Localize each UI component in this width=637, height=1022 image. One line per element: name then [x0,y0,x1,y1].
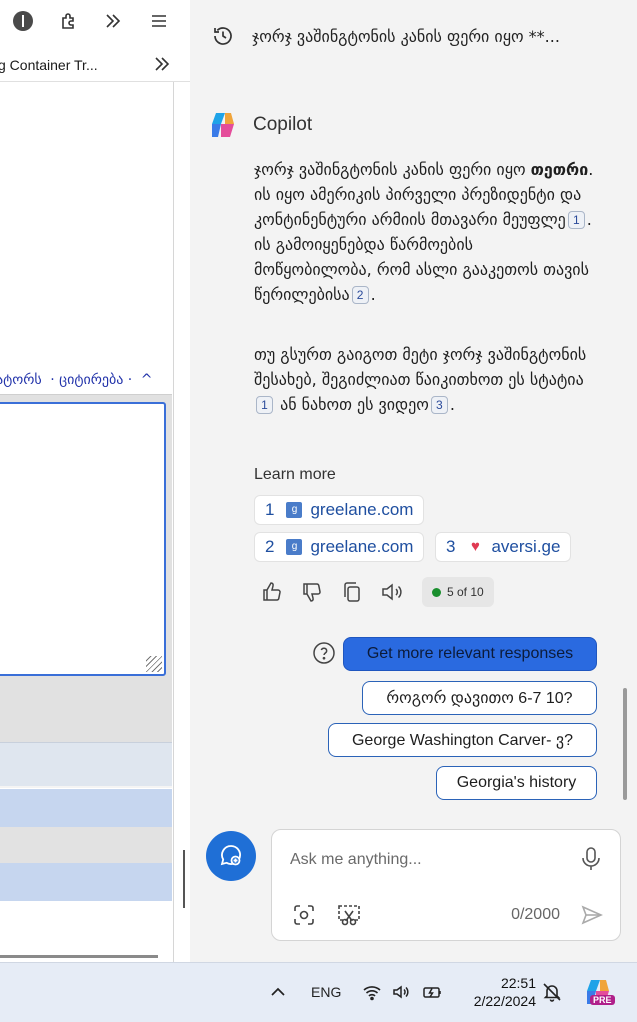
read-aloud-speaker-icon[interactable] [380,580,404,604]
preview-badge: PRE [590,995,615,1005]
source-link-2[interactable]: 2 g greelane.com [254,532,425,562]
greelane-favicon-icon: g [286,539,303,555]
thumbs-down-icon[interactable] [300,580,324,604]
page-row [0,742,172,786]
resize-grip-icon[interactable] [146,656,162,672]
response-text: თუ გსურთ გაიგოთ მეტი ჯორჯ ვაშინგტონის შე… [254,345,587,389]
assistant-name: Copilot [253,114,313,135]
wiki-edit-textarea[interactable] [0,402,166,676]
extensions-puzzle-icon[interactable] [56,8,82,34]
source-link-1[interactable]: 1 g greelane.com [254,495,425,525]
horizontal-scrollbar[interactable] [0,955,158,958]
citation-badge[interactable]: 1 [567,211,585,229]
aversi-heart-favicon-icon: ♥ [471,538,480,555]
web-page-content: ატორს · ციტირება · ^ [0,82,174,962]
copy-icon[interactable] [340,580,364,604]
visual-search-camera-icon[interactable] [292,903,316,927]
bookmarks-bar: g Container Tr... [0,50,190,82]
citation-badge[interactable]: 2 [351,286,369,304]
response-text: ან ნახოთ ეს ვიდეო [275,395,429,414]
panel-scrollbar[interactable] [623,688,627,800]
assistant-header: Copilot [208,110,312,140]
page-row [0,863,172,901]
response-bold-text: თეთრი [530,160,589,179]
volume-icon[interactable] [391,982,411,1002]
response-text: . [370,285,376,304]
response-actions: 5 of 10 [260,577,494,607]
clock-date: 2/22/2024 [473,993,536,1009]
extension-badge-icon[interactable] [10,8,36,34]
new-topic-button[interactable] [206,831,256,881]
status-dot [432,587,441,597]
help-question-icon[interactable] [312,641,336,665]
source-number: 2 [265,537,275,556]
source-label: greelane.com [310,537,414,556]
clock[interactable]: 22:51 2/22/2024 [460,974,536,1010]
browser-window: g Container Tr... ატორს · ციტირება · ^ [0,0,190,962]
send-arrow-icon[interactable] [580,903,604,927]
character-count: 0/2000 [511,906,560,923]
citation-badge[interactable]: 1 [256,396,273,414]
response-text: . [449,395,455,414]
input-language-indicator[interactable]: ENG [311,984,341,1000]
microphone-icon[interactable] [580,846,602,872]
battery-charging-icon[interactable] [422,982,444,1002]
history-icon[interactable] [212,25,234,47]
source-label: greelane.com [310,500,414,519]
conversation-title: ჯორჯ ვაშინგტონის კანის ფერი იყო **... [252,26,560,46]
suggestion-chip[interactable]: Georgia's history [436,766,597,800]
greelane-favicon-icon: g [286,502,303,518]
wiki-link-author[interactable]: ატორს [0,372,42,388]
bookmarks-overflow-icon[interactable] [152,54,172,79]
wiki-link-up[interactable]: ^ [141,372,153,388]
response-text: ჯორჯ ვაშინგტონის კანის ფერი იყო [254,160,531,179]
ask-input[interactable] [290,848,570,872]
bookmark-item[interactable]: g Container Tr... [0,57,98,73]
response-paragraph: ჯორჯ ვაშინგტონის კანის ფერი იყო თეთრი. ი… [254,157,594,307]
menu-hamburger-icon[interactable] [146,8,172,34]
response-counter: 5 of 10 [422,577,494,607]
source-number: 3 [446,537,456,556]
wifi-icon[interactable] [362,982,382,1002]
show-hidden-icons-chevron-icon[interactable] [268,982,288,1002]
source-label: aversi.ge [491,537,561,556]
response-counter-text: 5 of 10 [447,585,484,599]
overflow-chevrons-icon[interactable] [100,8,126,34]
wiki-toolbar-links: ატორს · ციტირება · ^ [0,372,176,388]
get-more-relevant-responses-button[interactable]: Get more relevant responses [343,637,597,671]
suggestion-chip[interactable]: როგორ დავითო 6-7 10? [362,681,597,715]
screenshot-snip-icon[interactable] [336,903,362,927]
response-paragraph: თუ გსურთ გაიგოთ მეტი ჯორჯ ვაშინგტონის შე… [254,342,594,417]
learn-more-label: Learn more [254,466,336,483]
new-chat-icon [220,845,241,866]
citation-badge[interactable]: 3 [430,396,448,414]
notifications-bell-icon[interactable] [542,982,562,1002]
scrollbar[interactable] [183,850,185,908]
conversation-history-row[interactable]: ჯორჯ ვაშინგტონის კანის ფერი იყო **... [212,22,632,50]
chat-composer: 0/2000 [271,829,621,941]
clock-time: 22:51 [500,975,536,991]
source-number: 1 [265,500,275,519]
copilot-sidebar: ჯორჯ ვაშინგტონის კანის ფერი იყო **... Co… [190,0,637,962]
windows-taskbar: ENG 22:51 2/22/2024 [0,962,637,1022]
source-link-3[interactable]: 3 ♥ aversi.ge [435,532,572,562]
page-row [0,827,172,863]
suggestion-chip[interactable]: George Washington Carver- ვ? [328,723,597,757]
thumbs-up-icon[interactable] [260,580,284,604]
wiki-link-cite[interactable]: · ციტირება · [50,372,132,388]
copilot-logo-icon [212,113,234,137]
page-row [0,789,172,827]
